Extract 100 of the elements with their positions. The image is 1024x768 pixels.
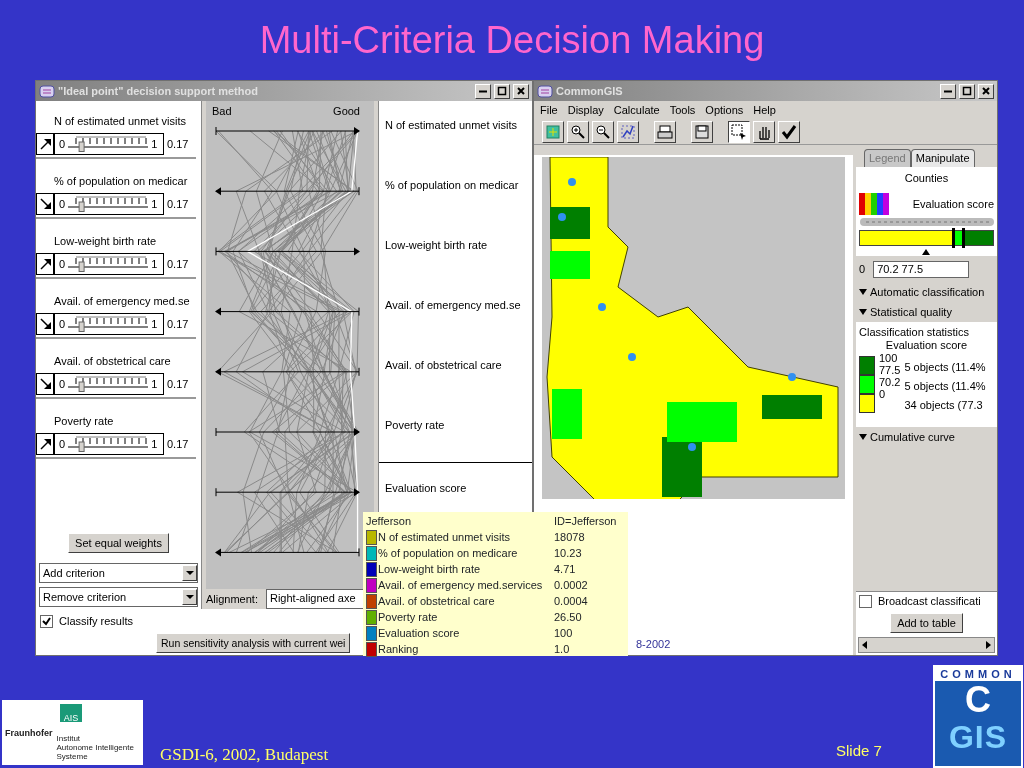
- maximize-button[interactable]: [959, 83, 975, 99]
- color-scale-icon: [859, 193, 889, 215]
- footer-text: GSDI-6, 2002, Budapest: [160, 744, 329, 766]
- slider-thumb[interactable]: [78, 381, 85, 392]
- check-icon: [42, 616, 51, 626]
- dropdown[interactable]: Add criterion: [39, 563, 198, 583]
- tooltip-value: 0.0004: [554, 594, 589, 609]
- tooltip-label: N of estimated unmet visits: [378, 530, 511, 545]
- tooltip-label: Low-weight birth rate: [378, 562, 481, 577]
- breaks-field[interactable]: 70.2 77.5: [873, 260, 970, 278]
- tooltip-value: 26.50: [554, 610, 583, 625]
- axis-label: Poverty rate: [385, 419, 445, 431]
- checkbox[interactable]: [859, 595, 872, 608]
- slider-min-label: 0: [59, 317, 66, 331]
- range-thumb[interactable]: [962, 228, 966, 248]
- weight-value: 0.17: [166, 137, 189, 151]
- close-icon: [516, 86, 526, 96]
- menu-item[interactable]: File: [540, 103, 558, 117]
- slider-thumb[interactable]: [78, 141, 85, 152]
- class-count: 34 objects (77.3: [904, 398, 983, 413]
- slider-thumb[interactable]: [78, 441, 85, 452]
- arrow-down-icon: [37, 316, 53, 332]
- scale-value: 100: [879, 352, 899, 364]
- slider-thumb[interactable]: [78, 261, 85, 272]
- class-count: 5 objects (11.4%: [904, 360, 986, 375]
- window-title: CommonGIS: [556, 84, 624, 98]
- direction-button[interactable]: [36, 373, 54, 395]
- minimize-button[interactable]: [475, 83, 491, 99]
- set-equal-weights-button[interactable]: Set equal weights: [68, 533, 169, 553]
- direction-button[interactable]: [36, 193, 54, 215]
- stats-attribute: Evaluation score: [885, 339, 968, 351]
- slider-max-label: 1: [151, 197, 158, 211]
- checkbox[interactable]: [40, 614, 53, 628]
- slider-min-label: 0: [59, 197, 66, 211]
- logo-text: GIS: [948, 719, 1008, 755]
- tooltip-title: Jefferson: [366, 514, 413, 529]
- criterion-label: Poverty rate: [53, 415, 115, 428]
- map-icon: [545, 123, 561, 140]
- maximize-icon: [497, 86, 507, 96]
- range-thumb[interactable]: [952, 228, 956, 248]
- logo-badge: AIS: [60, 704, 82, 722]
- zoom-out-icon: [595, 123, 611, 140]
- tooltip-value: 1.0: [554, 642, 571, 657]
- weight-value: 0.17: [166, 257, 189, 271]
- menu-item[interactable]: Display: [567, 103, 604, 117]
- criterion-label: Avail. of emergency med.se: [53, 295, 191, 308]
- close-button[interactable]: [978, 83, 994, 99]
- dropdown[interactable]: Remove criterion: [39, 587, 198, 607]
- slider-min-label: 0: [59, 137, 66, 151]
- scale-value: 0: [879, 388, 887, 400]
- menu-item[interactable]: Calculate: [613, 103, 660, 117]
- direction-button[interactable]: [36, 313, 54, 335]
- criterion-label: Low-weight birth rate: [53, 235, 158, 248]
- close-button[interactable]: [513, 83, 529, 99]
- tool-button[interactable]: [728, 120, 750, 143]
- tooltip-value: 0.0002: [554, 578, 589, 593]
- tooltip-value: 10.23: [554, 546, 583, 561]
- tooltip-label: Ranking: [378, 642, 419, 657]
- class-count: 5 objects (11.4%: [904, 379, 986, 394]
- slider-min-label: 0: [59, 377, 66, 391]
- axis-label: Low-weight birth rate: [385, 239, 488, 251]
- app-icon: [39, 83, 55, 99]
- menu-item[interactable]: Help: [753, 103, 776, 117]
- scale-value: 70.2: [879, 376, 901, 388]
- direction-button[interactable]: [36, 133, 54, 155]
- logo-name: Fraunhofer: [5, 728, 53, 739]
- scale-value: 77.5: [879, 364, 901, 376]
- status-text: 8-2002: [636, 637, 671, 651]
- breaks-label: 0: [859, 262, 866, 276]
- minimize-button[interactable]: [940, 83, 956, 99]
- tooltip-label: Poverty rate: [378, 610, 438, 625]
- select-icon: [731, 123, 747, 140]
- slider-thumb[interactable]: [78, 201, 85, 212]
- add-to-table-button[interactable]: Add to table: [890, 613, 963, 633]
- menu-item[interactable]: Options: [705, 103, 744, 117]
- slider-max-label: 1: [151, 257, 158, 271]
- checkbox-label: Classify results: [59, 614, 133, 628]
- minimize-icon: [944, 89, 952, 93]
- tab[interactable]: Manipulate: [910, 149, 975, 167]
- axis-label: N of estimated unmet visits: [385, 119, 518, 131]
- direction-button[interactable]: [36, 433, 54, 455]
- tooltip-value: 4.71: [554, 562, 577, 577]
- logo-text: Institut: [56, 734, 82, 743]
- window-title: "Ideal point" decision support method: [58, 84, 259, 98]
- run-analysis-button[interactable]: Run sensitivity analysis with current wei: [156, 633, 351, 653]
- criterion-label: Avail. of obstetrical care: [53, 355, 172, 368]
- menu-item[interactable]: Tools: [669, 103, 696, 117]
- weight-value: 0.17: [166, 377, 189, 391]
- slider-thumb[interactable]: [78, 321, 85, 332]
- alignment-label: Alignment:: [206, 592, 258, 606]
- slider-min-label: 0: [59, 437, 66, 451]
- maximize-button[interactable]: [494, 83, 510, 99]
- tooltip-label: Avail. of obstetrical care: [378, 594, 495, 609]
- slider-min-label: 0: [59, 257, 66, 271]
- weight-value: 0.17: [166, 317, 189, 331]
- scale-label: Bad: [212, 105, 232, 119]
- direction-button[interactable]: [36, 253, 54, 275]
- scrollbar[interactable]: [858, 637, 995, 653]
- tooltip-value: 100: [554, 626, 574, 641]
- tooltip-label: Evaluation score: [378, 626, 460, 641]
